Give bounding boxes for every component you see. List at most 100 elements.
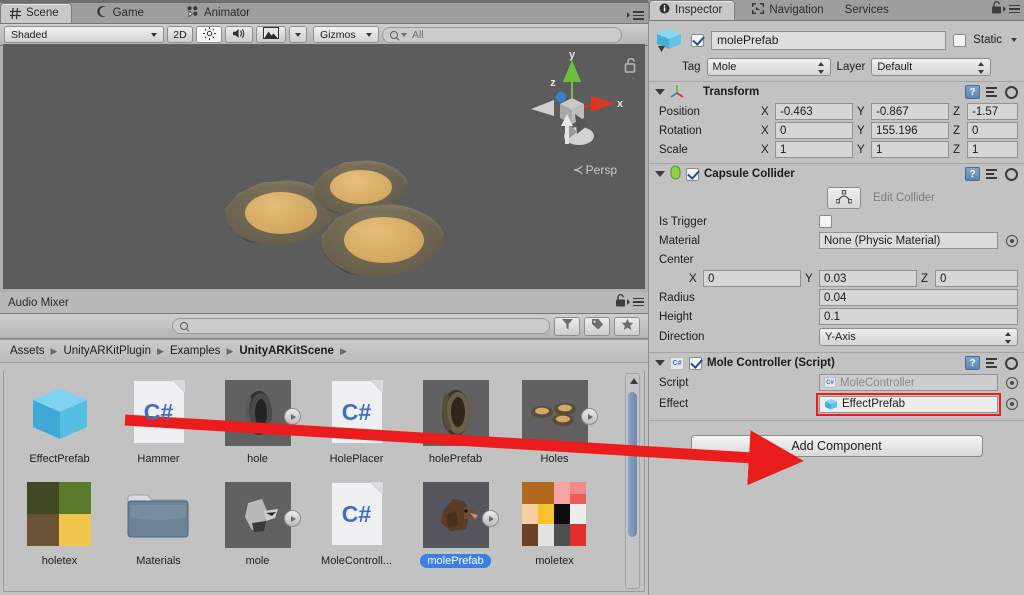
asset-item-molecontroller[interactable]: C# MoleControll... (307, 473, 406, 568)
tab-animator[interactable]: Animator (178, 3, 262, 23)
position-x-field[interactable]: -0.463 (775, 103, 853, 120)
asset-item-holetex[interactable]: holetex (10, 473, 109, 568)
scrollbar-thumb[interactable] (628, 392, 637, 537)
scene-panel-menu[interactable] (627, 11, 644, 20)
scale-y-field[interactable]: 1 (871, 141, 949, 158)
inspector-lock-icon[interactable] (991, 1, 1002, 17)
component-header[interactable]: Transform ? (649, 82, 1024, 102)
component-header[interactable]: C# Mole Controller (Script) ? (649, 353, 1024, 373)
gameobject-enabled-checkbox[interactable] (691, 33, 704, 47)
scene-viewport[interactable]: y x z ≺ Persp (3, 44, 645, 289)
asset-grid[interactable]: EffectPrefab C# Hammer hole C# HolePlace… (3, 371, 645, 592)
scene-orientation-gizmo[interactable]: y x z (527, 49, 624, 162)
inspector-menu-icon[interactable] (1003, 4, 1020, 14)
component-enabled-checkbox[interactable] (686, 167, 699, 181)
script-object-field[interactable]: C# MoleController (819, 374, 998, 391)
component-header[interactable]: Capsule Collider ? (649, 164, 1024, 184)
help-icon[interactable]: ? (965, 167, 980, 181)
play-preview-button[interactable] (283, 510, 301, 527)
layer-dropdown[interactable]: Default (871, 58, 992, 76)
asset-item-hole[interactable]: hole (208, 371, 307, 466)
play-preview-button[interactable] (481, 510, 499, 527)
play-preview-button[interactable] (283, 408, 301, 425)
effect-object-field[interactable]: EffectPrefab (816, 392, 1001, 416)
prefab-cube-icon[interactable] (656, 27, 684, 53)
scroll-up-arrow-icon[interactable] (629, 378, 638, 384)
scene-fx-dropdown[interactable] (289, 26, 307, 43)
asset-type-filter-button[interactable] (554, 316, 580, 336)
foldout-arrow-icon[interactable] (655, 89, 665, 95)
asset-item-holeplacer[interactable]: C# HolePlacer (307, 371, 406, 466)
scene-audio-toggle[interactable] (225, 26, 253, 43)
script-picker-icon[interactable] (1006, 376, 1018, 389)
scale-x-field[interactable]: 1 (775, 141, 853, 158)
tab-audio-mixer[interactable]: Audio Mixer (0, 293, 81, 313)
tab-services[interactable]: Services (836, 0, 901, 20)
gear-icon[interactable] (1005, 356, 1018, 370)
component-enabled-checkbox[interactable] (689, 356, 702, 370)
foldout-arrow-icon[interactable] (655, 171, 665, 177)
breadcrumb-item-2[interactable]: Examples (170, 345, 221, 357)
scene-lighting-toggle[interactable] (196, 26, 222, 43)
panel-menu-icon[interactable] (627, 11, 644, 20)
center-y-field[interactable]: 0.03 (819, 270, 917, 287)
play-preview-button[interactable] (580, 408, 598, 425)
project-panel-menu-icon[interactable] (627, 297, 644, 307)
add-component-button[interactable]: Add Component (690, 435, 983, 457)
height-field[interactable]: 0.1 (819, 308, 1018, 325)
scene-gizmo-lock-icon[interactable] (624, 57, 637, 76)
asset-grid-scrollbar[interactable] (625, 373, 640, 589)
breadcrumb-item-1[interactable]: UnityARKitPlugin (63, 345, 151, 357)
edit-collider-button[interactable] (827, 187, 861, 209)
breadcrumb-item-0[interactable]: Assets (10, 345, 45, 357)
preset-icon[interactable] (986, 168, 999, 180)
effect-picker-icon[interactable] (1006, 398, 1018, 410)
help-icon[interactable]: ? (965, 356, 980, 370)
asset-item-mole[interactable]: mole (208, 473, 307, 568)
gear-icon[interactable] (1005, 167, 1018, 181)
direction-dropdown[interactable]: Y-Axis (819, 327, 1018, 346)
hole-mound-right[interactable] (321, 204, 445, 278)
project-search-input[interactable] (172, 318, 550, 334)
center-z-field[interactable]: 0 (935, 270, 1018, 287)
label-filter-button[interactable] (584, 316, 610, 336)
rotation-x-field[interactable]: 0 (775, 122, 853, 139)
scene-search-input[interactable]: All (382, 26, 622, 43)
preset-icon[interactable] (986, 86, 999, 98)
foldout-arrow-icon[interactable] (655, 360, 665, 366)
asset-item-moleprefab[interactable]: molePrefab (406, 473, 505, 568)
static-checkbox[interactable] (953, 33, 967, 47)
material-picker-icon[interactable] (1006, 234, 1018, 247)
is-trigger-checkbox[interactable] (819, 215, 832, 228)
asset-item-effectprefab[interactable]: EffectPrefab (10, 371, 109, 466)
help-icon[interactable]: ? (965, 85, 980, 99)
position-y-field[interactable]: -0.867 (871, 103, 949, 120)
tag-dropdown[interactable]: Mole (706, 58, 831, 76)
preset-icon[interactable] (986, 357, 999, 369)
center-x-field[interactable]: 0 (703, 270, 801, 287)
project-lock-icon[interactable] (615, 294, 626, 310)
toggle-2d-button[interactable]: 2D (167, 26, 193, 43)
gear-icon[interactable] (1005, 85, 1018, 99)
asset-item-holes[interactable]: Holes (505, 371, 604, 466)
breadcrumb-item-3[interactable]: UnityARKitScene (239, 345, 334, 357)
asset-item-hammer[interactable]: C# Hammer (109, 371, 208, 466)
rotation-z-field[interactable]: 0 (967, 122, 1018, 139)
tab-game[interactable]: Game (88, 3, 156, 23)
tab-inspector[interactable]: Inspector (649, 0, 736, 20)
tab-scene[interactable]: Scene (0, 3, 72, 23)
asset-item-moletex[interactable]: moletex (505, 473, 604, 568)
scene-projection-label[interactable]: ≺ Persp (573, 162, 617, 178)
rotation-y-field[interactable]: 155.196 (871, 122, 949, 139)
asset-item-holeprefab[interactable]: holePrefab (406, 371, 505, 466)
material-object-field[interactable]: None (Physic Material) (819, 232, 998, 249)
static-dropdown-icon[interactable] (1011, 38, 1017, 42)
tab-navigation[interactable]: Navigation (743, 0, 835, 20)
draw-mode-dropdown[interactable]: Shaded (4, 26, 164, 43)
gizmos-dropdown[interactable]: Gizmos (313, 26, 379, 43)
favorites-button[interactable] (614, 316, 640, 336)
asset-item-materials[interactable]: Materials (109, 473, 208, 568)
radius-field[interactable]: 0.04 (819, 289, 1018, 306)
scale-z-field[interactable]: 1 (967, 141, 1018, 158)
position-z-field[interactable]: -1.57 (967, 103, 1018, 120)
